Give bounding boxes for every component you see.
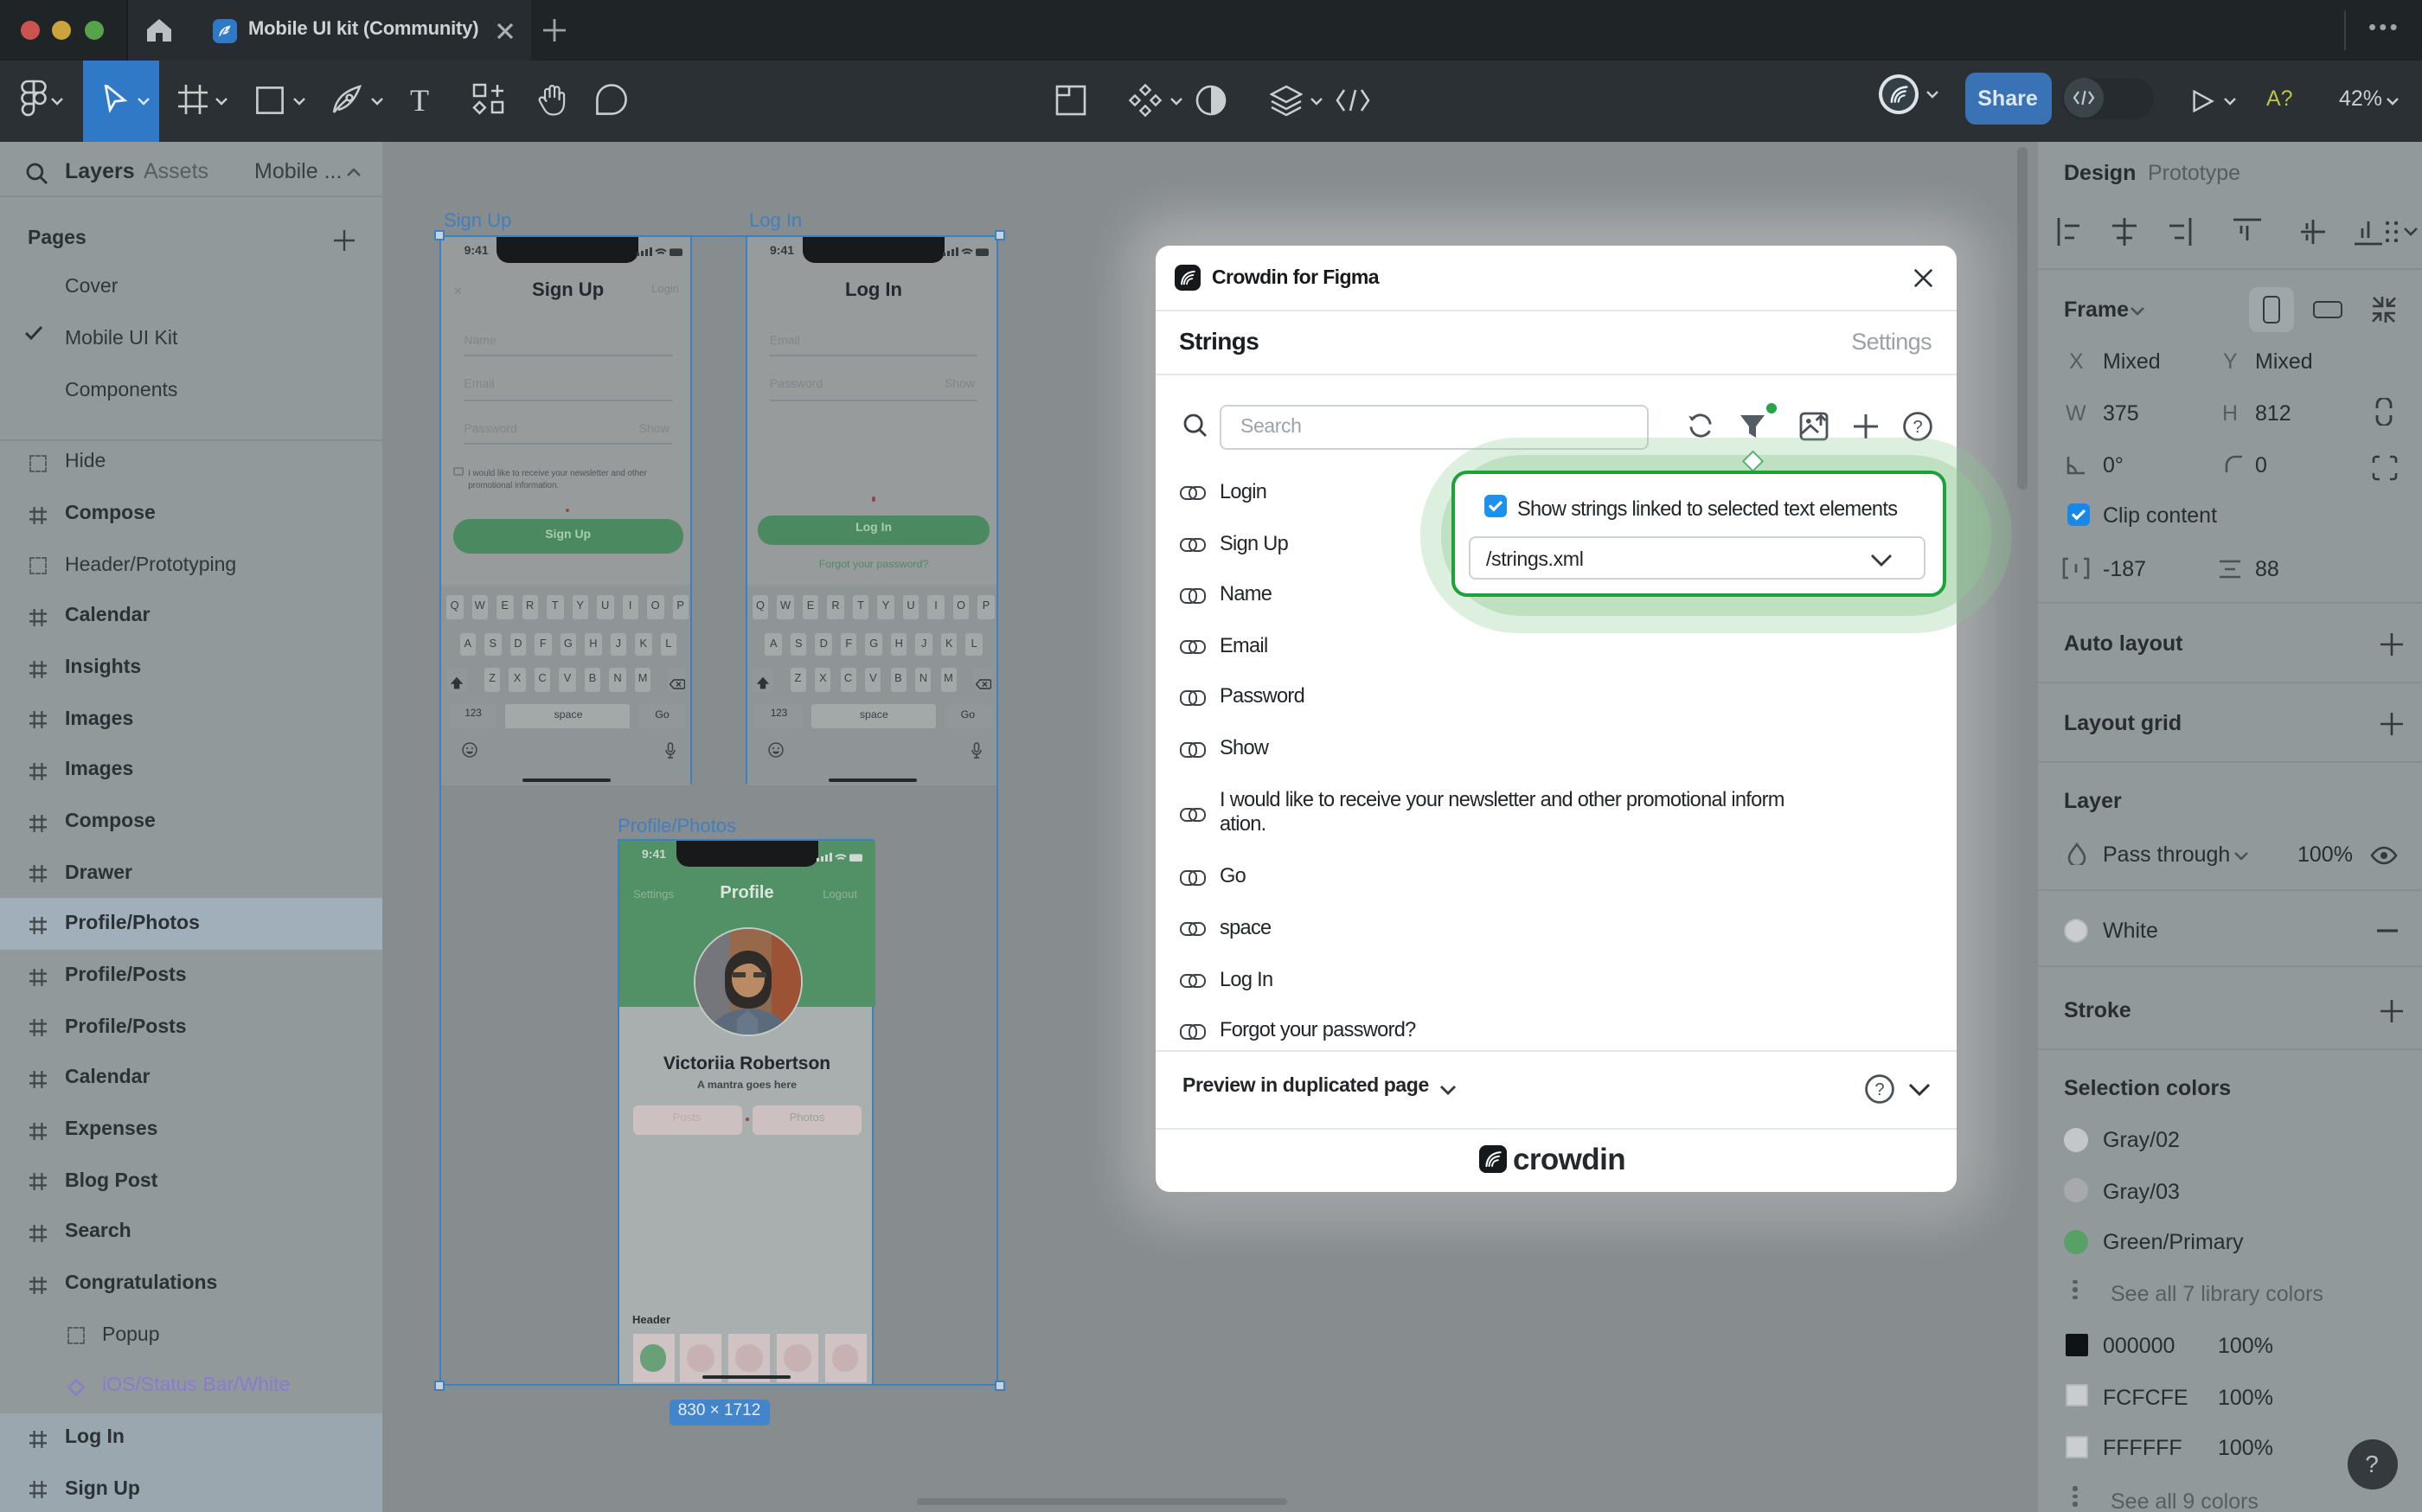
svg-text:?: ? <box>1874 1080 1883 1099</box>
svg-text:?: ? <box>1912 417 1921 436</box>
